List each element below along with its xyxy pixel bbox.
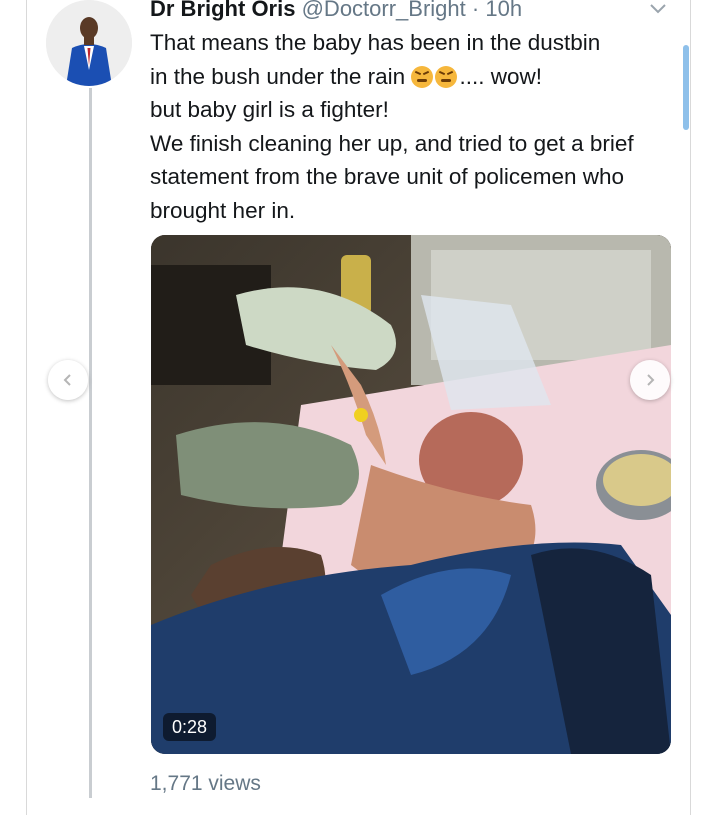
tired-face-emoji bbox=[435, 65, 458, 88]
right-border bbox=[690, 0, 691, 815]
thread-line bbox=[89, 88, 92, 798]
left-border bbox=[26, 0, 27, 815]
view-count: 1,771 views bbox=[150, 772, 261, 795]
previous-button[interactable] bbox=[48, 360, 88, 400]
video-player[interactable]: 0:28 bbox=[151, 235, 671, 754]
video-thumbnail bbox=[151, 235, 671, 754]
tweet-time[interactable]: 10h bbox=[485, 0, 522, 21]
tweet-line-2: in the bush under the rain .... wow! bbox=[150, 60, 670, 94]
chevron-left-icon bbox=[63, 374, 71, 386]
chevron-right-icon bbox=[647, 374, 655, 386]
tweet-line-4: We finish cleaning her up, and tried to … bbox=[150, 130, 634, 223]
tweet-text: That means the baby has been in the dust… bbox=[150, 26, 670, 227]
avatar[interactable] bbox=[46, 0, 132, 86]
chevron-down-icon[interactable] bbox=[650, 2, 666, 14]
tired-face-emoji bbox=[411, 65, 434, 88]
next-button[interactable] bbox=[630, 360, 670, 400]
tweet-line-1: That means the baby has been in the dust… bbox=[150, 30, 601, 55]
separator: · bbox=[471, 0, 480, 21]
tweet-line-2-tail: .... wow! bbox=[459, 63, 542, 89]
scrollbar-thumb[interactable] bbox=[683, 45, 689, 130]
tweet-line-3: but baby girl is a fighter! bbox=[150, 97, 389, 122]
tweet-line-2-text: in the bush under the rain bbox=[150, 63, 406, 89]
author-name[interactable]: Dr Bright Oris bbox=[150, 0, 295, 21]
author-handle[interactable]: @Doctorr_Bright bbox=[302, 0, 466, 21]
tweet-header: Dr Bright Oris @Doctorr_Bright · 10h bbox=[150, 0, 522, 24]
video-duration: 0:28 bbox=[163, 713, 217, 741]
